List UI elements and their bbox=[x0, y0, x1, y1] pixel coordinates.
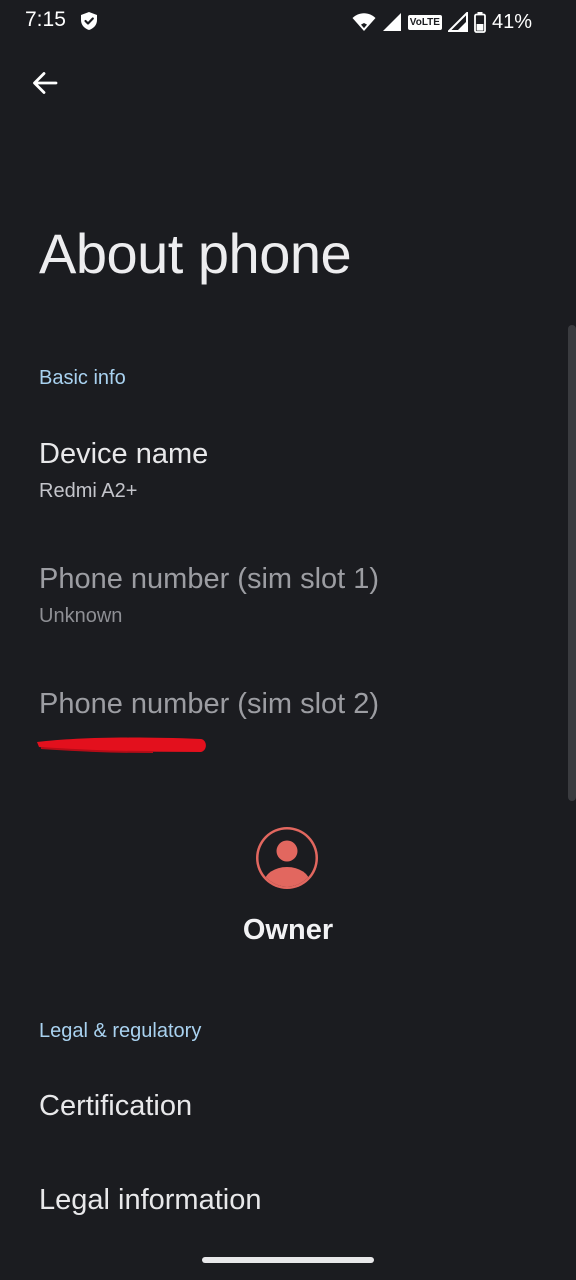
back-button[interactable] bbox=[24, 62, 66, 104]
scrollbar[interactable] bbox=[568, 325, 576, 801]
device-name-value: Redmi A2+ bbox=[39, 480, 138, 502]
volte-badge: VoLTE bbox=[407, 14, 442, 30]
status-time: 7:15 bbox=[25, 8, 66, 31]
wifi-icon bbox=[352, 13, 376, 31]
redaction-scribble bbox=[37, 737, 206, 753]
section-header-legal: Legal & regulatory bbox=[39, 1020, 202, 1042]
device-name-item[interactable]: Device name Redmi A2+ bbox=[0, 438, 560, 528]
page-title: About phone bbox=[39, 222, 352, 285]
signal-icon bbox=[382, 13, 401, 31]
device-name-title: Device name bbox=[39, 438, 209, 470]
section-header-basic-info: Basic info bbox=[39, 367, 126, 389]
back-arrow-icon bbox=[33, 72, 58, 94]
certification-item[interactable]: Certification bbox=[0, 1090, 560, 1150]
phone-number-sim1-value: Unknown bbox=[39, 605, 123, 627]
phone-number-sim1-title: Phone number (sim slot 1) bbox=[39, 563, 380, 595]
account-circle-icon[interactable] bbox=[254, 825, 320, 891]
legal-information-title: Legal information bbox=[39, 1184, 262, 1216]
battery-percent: 41% bbox=[491, 10, 532, 33]
signal-icon bbox=[447, 12, 468, 32]
owner-label[interactable]: Owner bbox=[0, 914, 576, 947]
certification-title: Certification bbox=[39, 1090, 193, 1122]
status-icons: VoLTE 41% bbox=[352, 10, 532, 34]
phone-number-sim1-item: Phone number (sim slot 1) Unknown bbox=[0, 563, 560, 653]
shield-icon bbox=[81, 12, 97, 30]
battery-icon bbox=[474, 11, 486, 33]
gesture-nav-handle[interactable] bbox=[202, 1257, 374, 1263]
status-bar: 7:15 VoLTE 41% bbox=[0, 0, 576, 44]
legal-information-item[interactable]: Legal information bbox=[0, 1184, 560, 1244]
phone-number-sim2-title: Phone number (sim slot 2) bbox=[39, 688, 380, 720]
